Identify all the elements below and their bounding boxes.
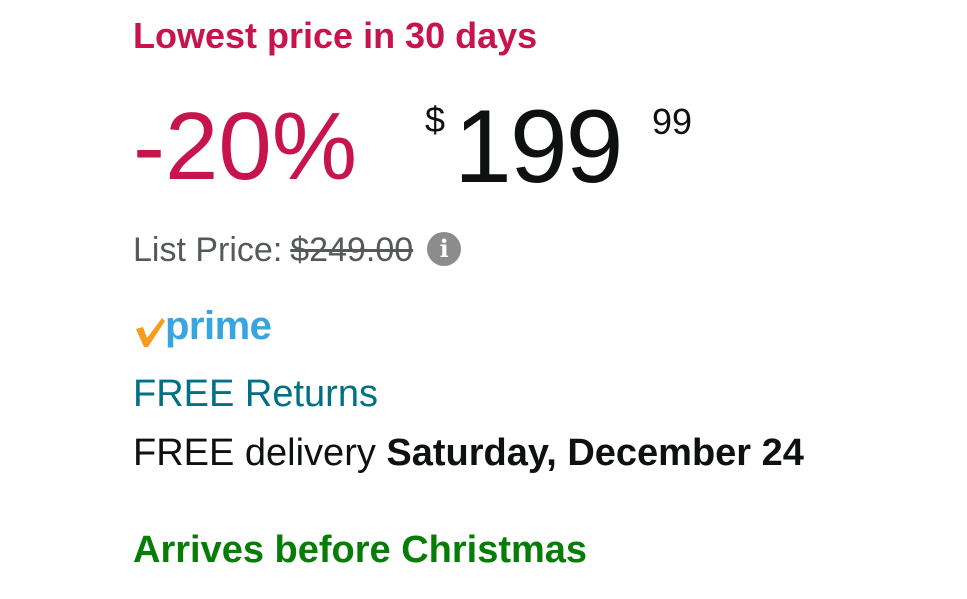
price-currency-symbol: $ bbox=[425, 99, 446, 140]
deal-badge: Lowest price in 30 days bbox=[133, 15, 538, 56]
discount-percentage: -20% bbox=[133, 93, 358, 200]
list-price-value: $249.00 bbox=[290, 231, 414, 269]
free-returns-link[interactable]: FREE Returns bbox=[133, 370, 378, 418]
delivery-prefix: FREE delivery bbox=[133, 432, 376, 474]
arrival-note: Arrives before Christmas bbox=[133, 529, 588, 571]
prime-wordmark: prime bbox=[165, 304, 272, 348]
delivery-info: FREE delivery Saturday, December 24 bbox=[133, 428, 804, 478]
price-whole: 199 bbox=[454, 89, 624, 205]
delivery-date: Saturday, December 24 bbox=[386, 432, 804, 474]
list-price-row: List Price: $249.00 i bbox=[133, 226, 462, 274]
prime-logo: prime bbox=[133, 302, 293, 352]
prime-check-icon bbox=[136, 318, 165, 347]
price-panel: Lowest price in 30 days -20% $ 199 99 Li… bbox=[133, 0, 967, 599]
info-icon-glyph: i bbox=[439, 234, 449, 264]
info-circle-icon[interactable]: i bbox=[427, 232, 462, 267]
list-price-label: List Price: bbox=[133, 231, 283, 269]
price-fraction: 99 bbox=[652, 101, 693, 142]
